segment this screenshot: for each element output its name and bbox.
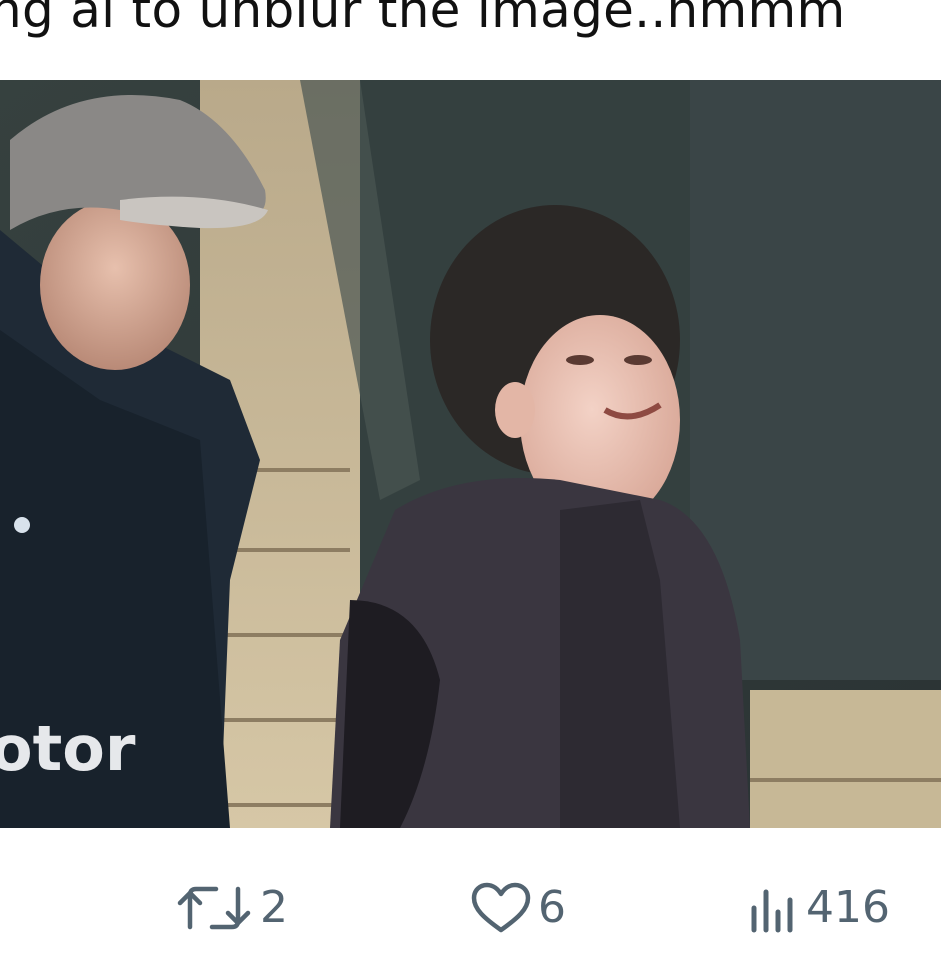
jacket-logo-text: otor <box>0 712 136 785</box>
post-text: ng ai to unblur the image..hmmm <box>0 0 941 42</box>
retweet-count: 2 <box>260 882 288 933</box>
retweet-button[interactable]: 2 <box>176 882 288 934</box>
views-button[interactable]: 416 <box>746 882 890 934</box>
retweet-icon <box>176 883 254 933</box>
like-count: 6 <box>538 882 566 933</box>
heart-icon <box>470 882 532 934</box>
post-text-content: ng ai to unblur the image..hmmm <box>0 0 846 39</box>
views-count: 416 <box>806 882 890 933</box>
photo-illustration: otor <box>0 80 941 828</box>
like-button[interactable]: 6 <box>470 882 566 934</box>
bar-chart-icon <box>746 882 800 934</box>
post-media-image[interactable]: otor <box>0 80 941 828</box>
